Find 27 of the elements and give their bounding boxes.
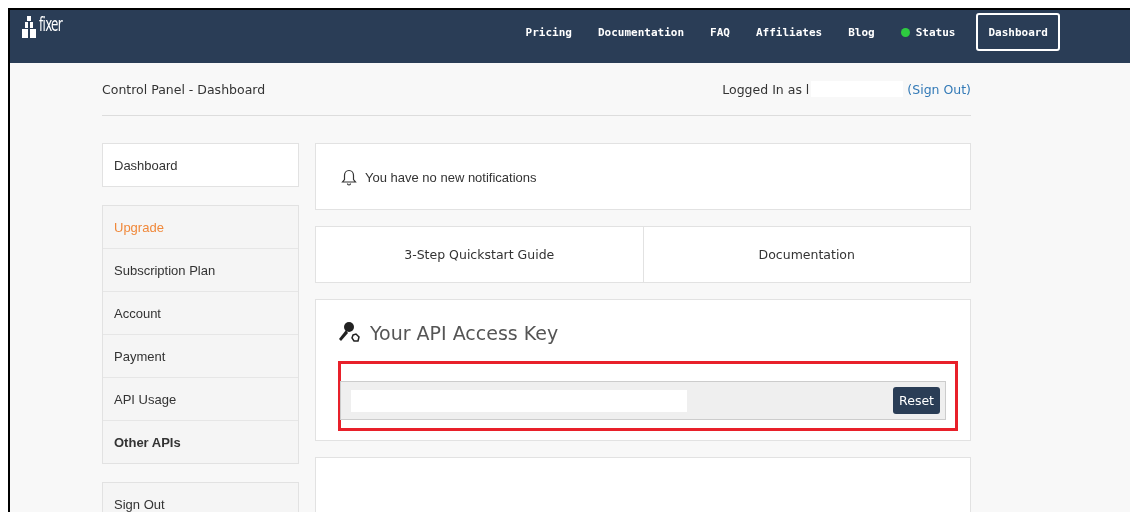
sidebar-item[interactable]: Dashboard [103, 144, 298, 186]
breadcrumb: Control Panel - Dashboard [102, 81, 266, 97]
sidebar-item[interactable]: Sign Out [103, 483, 298, 512]
logo-icon [22, 16, 36, 38]
logged-in-text: Logged In as l [722, 81, 810, 97]
reset-button[interactable]: Reset [893, 387, 940, 414]
logo-text[interactable]: fixer [39, 14, 62, 34]
api-key-field[interactable]: Reset [340, 381, 946, 420]
quick-link[interactable]: 3-Step Quickstart Guide [316, 227, 643, 282]
quick-link[interactable]: Documentation [642, 227, 970, 282]
dashboard-button[interactable]: Dashboard [976, 13, 1060, 51]
api-key-title: Your API Access Key [370, 322, 559, 344]
nav-link[interactable]: Affiliates [742, 15, 836, 49]
key-icon [338, 321, 362, 345]
sidebar-item[interactable]: API Usage [103, 378, 298, 421]
status-link[interactable]: Status [887, 15, 969, 49]
nav-link[interactable]: Pricing [512, 15, 585, 49]
sidebar-item[interactable]: Payment [103, 335, 298, 378]
sidebar-item[interactable]: Account [103, 292, 298, 335]
nav-link[interactable]: FAQ [697, 15, 743, 49]
nav-link[interactable]: Documentation [584, 15, 698, 49]
sidebar-item[interactable]: Other APIs [103, 421, 298, 463]
sign-out-link[interactable]: (Sign Out) [907, 81, 971, 97]
notification-text: You have no new notifications [365, 170, 537, 185]
sidebar-item[interactable]: Subscription Plan [103, 249, 298, 292]
nav-link[interactable]: Blog [835, 15, 888, 49]
bell-icon [341, 169, 357, 186]
